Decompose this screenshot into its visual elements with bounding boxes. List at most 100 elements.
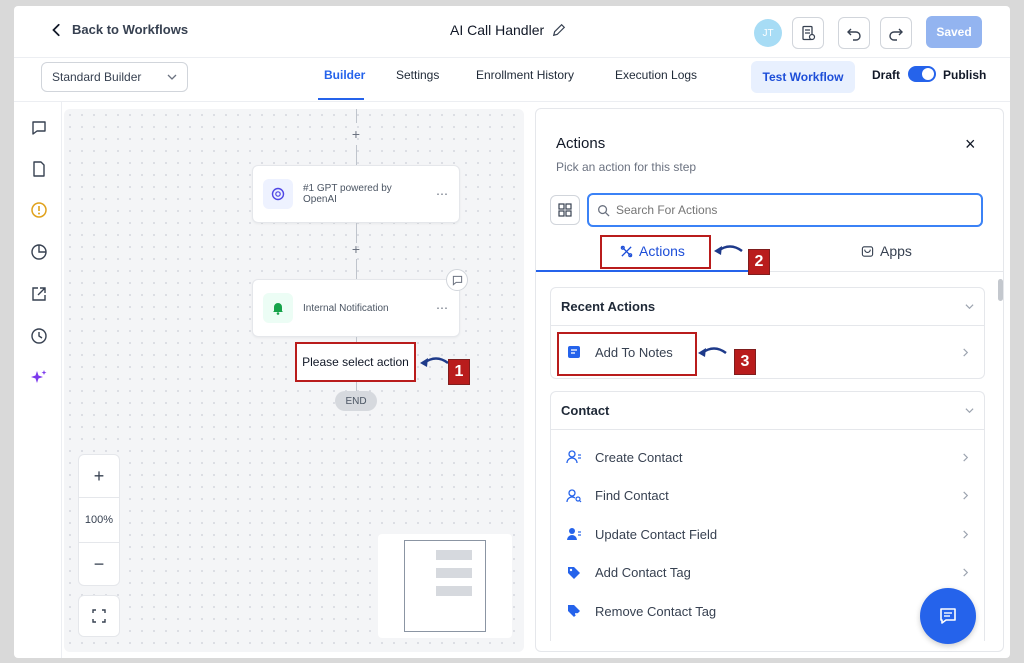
actions-panel: Actions Pick an action for this step × A…: [535, 108, 1004, 652]
alert-circle-icon[interactable]: [30, 201, 48, 219]
callout-highlight-2: [600, 235, 711, 269]
sub-bar: Standard Builder Builder Settings Enroll…: [14, 58, 1010, 102]
callout-arrow-2: [714, 245, 743, 255]
close-icon[interactable]: ×: [965, 134, 976, 155]
chevron-left-icon: [52, 23, 60, 36]
callout-highlight-3: [557, 332, 697, 376]
active-tab-underline: [536, 270, 769, 272]
redo-button[interactable]: [880, 17, 912, 49]
workflow-title-text: AI Call Handler: [450, 22, 545, 38]
document-settings-icon: [802, 25, 816, 41]
undo-button[interactable]: [838, 17, 870, 49]
add-step-button[interactable]: +: [350, 126, 362, 142]
add-step-button[interactable]: +: [350, 241, 362, 257]
node-comment-button[interactable]: [446, 269, 468, 291]
bell-icon: [273, 303, 283, 315]
workflow-title[interactable]: AI Call Handler: [450, 22, 566, 38]
draft-label: Draft: [872, 68, 901, 82]
fit-to-screen-button[interactable]: [78, 595, 120, 637]
external-link-icon[interactable]: [30, 285, 48, 303]
file-icon[interactable]: [30, 160, 48, 178]
scrollbar-thumb[interactable]: [998, 279, 1003, 301]
callout-badge-3: 3: [734, 349, 756, 375]
node-label: Internal Notification: [303, 302, 389, 314]
minimap-node: [436, 586, 472, 596]
publish-toggle[interactable]: [908, 66, 936, 82]
tab-builder[interactable]: Builder: [324, 68, 365, 82]
node-menu-icon[interactable]: ⋯: [436, 301, 449, 315]
chevron-right-icon: [963, 491, 969, 500]
pie-chart-icon[interactable]: [30, 243, 48, 261]
saved-button[interactable]: Saved: [926, 16, 982, 48]
left-rail: [14, 102, 62, 658]
pencil-icon[interactable]: [552, 23, 566, 37]
action-item-create-contact[interactable]: Create Contact: [551, 438, 984, 477]
grid-icon: [558, 203, 572, 217]
toggle-knob: [922, 68, 934, 80]
workflow-node-internal-notification[interactable]: Internal Notification ⋯: [252, 279, 460, 337]
remove-tag-icon: [565, 602, 583, 620]
builder-mode-value: Standard Builder: [52, 70, 142, 84]
update-contact-icon: [565, 525, 583, 543]
view-toggle-button[interactable]: [550, 195, 580, 225]
action-item-label: Remove Contact Tag: [595, 603, 717, 619]
chat-support-button[interactable]: [920, 588, 976, 644]
callout-badge-2: 2: [748, 249, 770, 275]
section-header[interactable]: Contact: [551, 392, 984, 430]
search-actions-input[interactable]: [616, 203, 956, 217]
action-item-update-contact-field[interactable]: Update Contact Field: [551, 515, 984, 554]
callout-arrow-3: [698, 347, 727, 357]
test-workflow-button[interactable]: Test Workflow: [751, 61, 855, 93]
minimap[interactable]: [378, 534, 512, 638]
minimap-node: [436, 550, 472, 560]
create-contact-icon: [565, 448, 583, 466]
section-contact: Contact Create Contact Find Contact Upda…: [550, 391, 985, 641]
node-icon-wrap: [263, 293, 293, 323]
back-to-workflows-link[interactable]: Back to Workflows: [50, 22, 188, 37]
chat-icon: [940, 608, 956, 624]
tab-apps[interactable]: Apps: [861, 243, 912, 259]
section-title: Contact: [561, 403, 610, 418]
node-menu-icon[interactable]: ⋯: [436, 187, 449, 201]
zoom-controls: + 100% −: [78, 454, 120, 586]
search-icon: [598, 204, 610, 217]
zoom-level: 100%: [79, 497, 119, 543]
search-box: [587, 193, 983, 227]
openai-icon: [271, 187, 285, 201]
tab-execution-logs[interactable]: Execution Logs: [615, 68, 697, 82]
node-icon-wrap: [263, 179, 293, 209]
zoom-in-button[interactable]: +: [79, 455, 119, 497]
action-item-remove-contact-tag[interactable]: Remove Contact Tag: [551, 592, 984, 631]
comment-icon: [452, 275, 462, 286]
avatar[interactable]: JT: [754, 19, 782, 47]
action-item-add-contact-tag[interactable]: Add Contact Tag: [551, 554, 984, 593]
builder-mode-select[interactable]: Standard Builder: [41, 62, 188, 92]
zoom-out-button[interactable]: −: [79, 543, 119, 585]
sparkles-icon[interactable]: [30, 368, 48, 386]
workflow-notes-button[interactable]: [792, 17, 824, 49]
panel-title: Actions: [556, 135, 606, 152]
action-item-find-contact[interactable]: Find Contact: [551, 477, 984, 516]
comment-icon[interactable]: [30, 119, 48, 137]
expand-icon: [92, 609, 106, 623]
action-item-label: Add Contact Tag: [595, 565, 691, 581]
top-bar: Back to Workflows AI Call Handler JT Sav…: [14, 6, 1010, 58]
tab-apps-label: Apps: [880, 243, 912, 259]
chevron-right-icon: [963, 568, 969, 577]
panel-subtitle: Pick an action for this step: [556, 160, 697, 174]
tab-settings[interactable]: Settings: [396, 68, 439, 82]
action-item-label: Find Contact: [595, 488, 669, 504]
tab-enrollment-history[interactable]: Enrollment History: [476, 68, 574, 82]
please-select-action-placeholder[interactable]: Please select action: [295, 342, 416, 382]
workflow-canvas[interactable]: + #1 GPT powered by OpenAI ⋯ + Internal …: [64, 109, 524, 652]
undo-icon: [847, 28, 861, 41]
find-contact-icon: [565, 487, 583, 505]
connector-line: [356, 259, 357, 279]
history-icon[interactable]: [30, 327, 48, 345]
apps-bag-icon: [861, 245, 874, 257]
tag-icon: [565, 564, 583, 582]
minimap-node: [436, 568, 472, 578]
workflow-node-gpt[interactable]: #1 GPT powered by OpenAI ⋯: [252, 165, 460, 223]
section-header[interactable]: Recent Actions: [551, 288, 984, 326]
end-node: END: [335, 391, 377, 411]
